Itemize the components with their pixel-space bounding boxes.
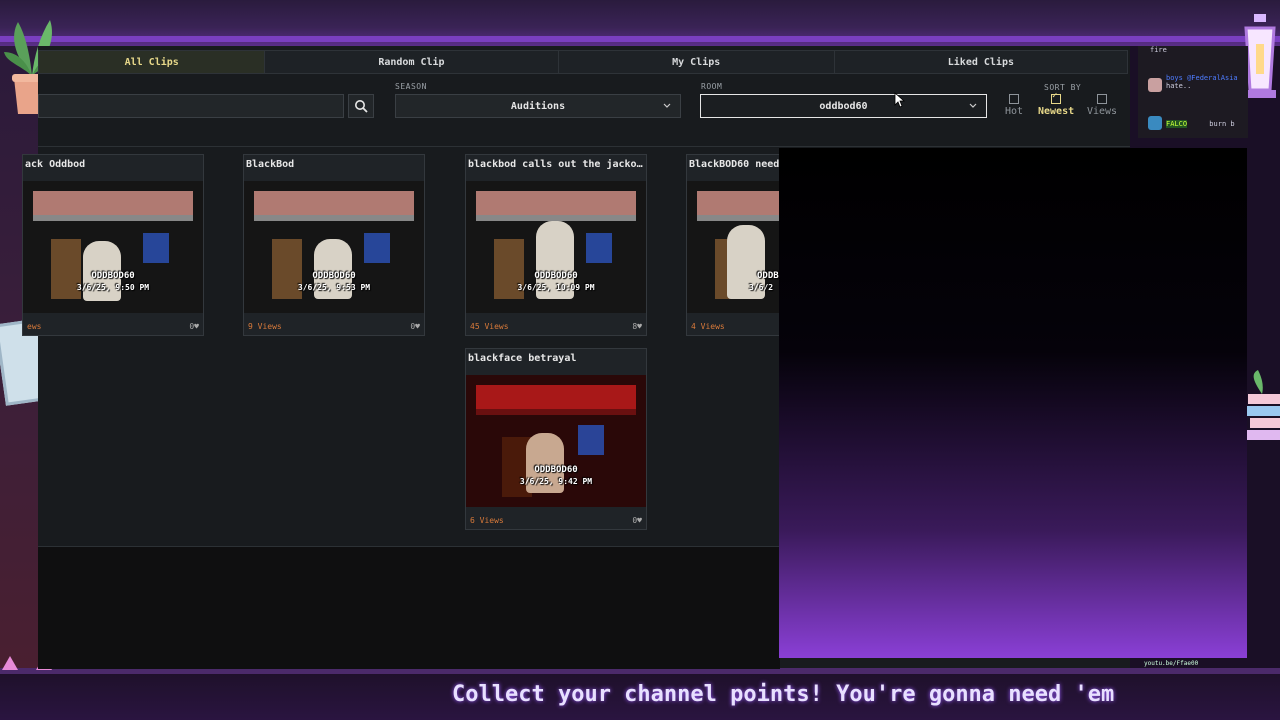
clip-time: 3/6/25, 9:50 PM <box>76 283 150 292</box>
clip-stamp: ODDBOD60 <box>91 271 135 281</box>
room-label: ROOM <box>701 82 723 91</box>
mouse-cursor-icon <box>894 92 906 108</box>
season-value: Auditions <box>510 100 566 112</box>
chat-line: fire <box>1150 46 1167 54</box>
room-select[interactable]: oddbod60 <box>700 94 987 118</box>
channel-points-ticker: Collect your channel points! You're gonn… <box>452 682 1115 707</box>
search-icon <box>355 100 368 113</box>
search-button[interactable] <box>348 94 374 118</box>
tab-all-clips[interactable]: All Clips <box>39 51 266 73</box>
clip-title: blackbod calls out the jackoff a… <box>468 159 644 170</box>
sort-newest-option[interactable]: Newest <box>1038 91 1074 117</box>
checkbox-checked-icon <box>1051 91 1061 104</box>
clip-views: 4 Views <box>691 322 725 331</box>
clip-time: 3/6/25, 9:42 PM <box>519 477 593 486</box>
room-value: oddbod60 <box>819 100 868 112</box>
clip-card[interactable]: BlackBod ODDBOD60 3/6/25, 9:53 PM 9 View… <box>243 154 425 336</box>
clip-stamp: ODDBOD60 <box>312 271 356 281</box>
overlay-top-frame <box>0 0 1280 46</box>
clip-likes: 0♥ <box>189 322 199 331</box>
clip-card[interactable]: blackface betrayal ODDBOD60 3/6/25, 9:42… <box>465 348 647 530</box>
clip-card[interactable]: blackbod calls out the jackoff a… ODDBOD… <box>465 154 647 336</box>
checkbox-icon <box>1097 94 1107 104</box>
chat-message: boys @FederalAsia hate.. <box>1166 74 1238 90</box>
empty-content-area <box>38 546 780 669</box>
chat-panel: fire boys @FederalAsia hate.. FALCO burn … <box>1138 46 1248 138</box>
clip-time: 3/6/25, 10:09 PM <box>517 283 595 292</box>
chat-message: FALCO burn b <box>1166 120 1235 128</box>
season-select[interactable]: Auditions <box>395 94 681 118</box>
search-input[interactable] <box>38 94 344 118</box>
clip-tabs: All Clips Random Clip My Clips Liked Cli… <box>38 50 1128 74</box>
clip-title: BlackBod <box>246 159 295 170</box>
avatar <box>1148 78 1162 92</box>
clip-thumbnail[interactable]: ODDBOD60 3/6/25, 10:09 PM <box>466 181 646 313</box>
clip-title: blackface betrayal <box>468 353 577 364</box>
clip-card[interactable]: ack Oddbod ODDBOD60 3/6/25, 9:50 PM ews … <box>22 154 204 336</box>
chevron-down-icon <box>663 103 671 108</box>
clip-stamp: ODDBOD60 <box>534 465 578 475</box>
filter-divider <box>38 146 1130 147</box>
clip-views: 6 Views <box>470 516 504 525</box>
clip-likes: 0♥ <box>632 516 642 525</box>
clip-thumbnail[interactable]: ODDBOD60 3/6/25, 9:50 PM <box>23 181 203 313</box>
clip-title: ack Oddbod <box>25 159 86 170</box>
tab-liked-clips[interactable]: Liked Clips <box>835 51 1127 73</box>
clip-views: ews <box>27 322 42 331</box>
clip-likes: 8♥ <box>632 322 642 331</box>
sort-hot-option[interactable]: Hot <box>997 94 1031 117</box>
season-label: SEASON <box>395 82 427 91</box>
clip-likes: 0♥ <box>410 322 420 331</box>
clip-time: 3/6/25, 9:53 PM <box>297 283 371 292</box>
clip-thumbnail[interactable]: ODDBOD60 3/6/25, 9:53 PM <box>244 181 424 313</box>
filter-bar: SEASON Auditions ROOM oddbod60 SORT BY H… <box>38 76 1130 131</box>
clip-stamp: ODDBOD60 <box>534 271 578 281</box>
sort-views-option[interactable]: Views <box>1085 94 1119 117</box>
camera-overlay-panel <box>779 148 1247 658</box>
chevron-down-icon <box>969 103 977 108</box>
books-plant-decoration <box>1244 370 1280 440</box>
clip-thumbnail[interactable]: ODDBOD60 3/6/25, 9:42 PM <box>466 375 646 507</box>
tab-random-clip[interactable]: Random Clip <box>265 51 559 73</box>
chat-link: youtu.be/Ffae00 <box>1144 660 1199 667</box>
tab-my-clips[interactable]: My Clips <box>559 51 835 73</box>
sort-by-label: SORT BY <box>1044 83 1082 92</box>
clip-views: 45 Views <box>470 322 509 331</box>
checkbox-icon <box>1009 94 1019 104</box>
clip-views: 9 Views <box>248 322 282 331</box>
avatar <box>1148 116 1162 130</box>
